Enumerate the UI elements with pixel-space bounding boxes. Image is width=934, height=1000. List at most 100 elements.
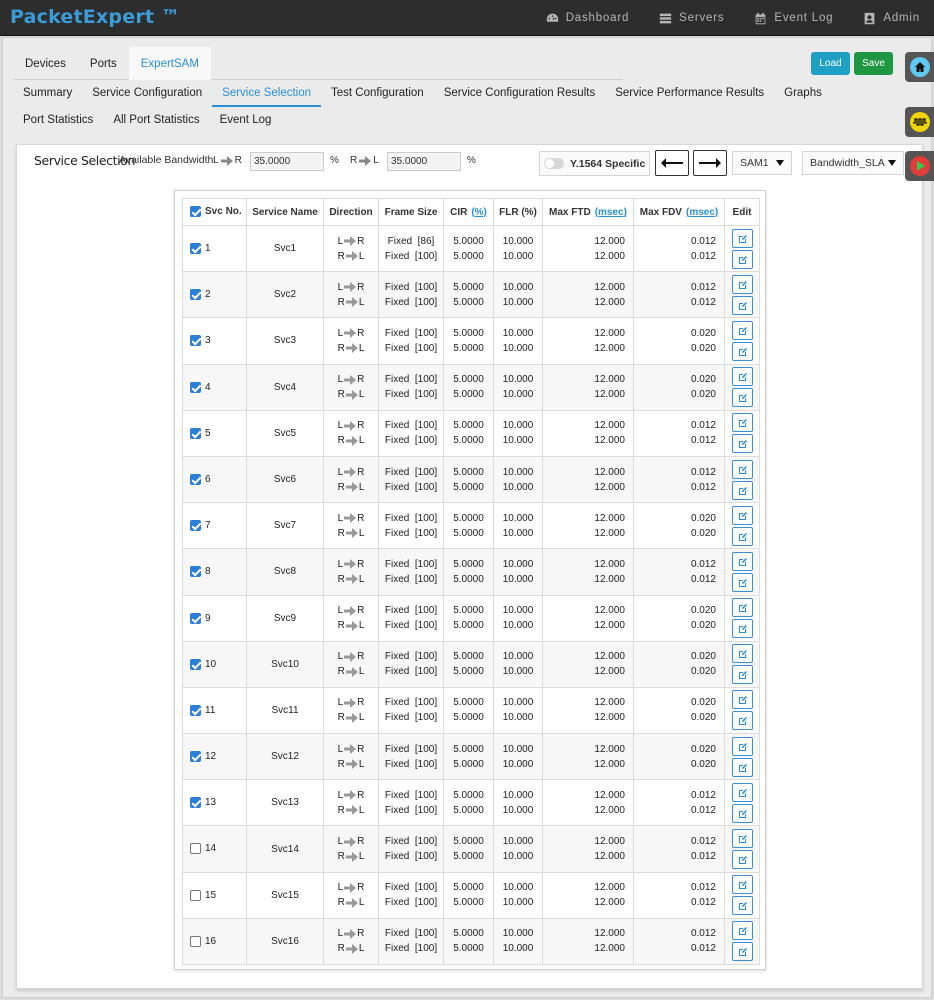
tab-ports[interactable]: Ports [78, 47, 129, 80]
header-svc-no[interactable]: Svc No. [182, 198, 247, 226]
edit-rl-button[interactable] [731, 803, 753, 823]
direction-rl: RL [328, 757, 374, 772]
tab-service-selection[interactable]: Service Selection [212, 80, 322, 107]
waveform-side-button[interactable] [905, 107, 934, 137]
top-nav: Dashboard Servers Event Log Admin [546, 0, 920, 36]
edit-rl-button[interactable] [731, 480, 753, 500]
nav-servers[interactable]: Servers [659, 12, 724, 25]
tab-summary[interactable]: Summary [13, 80, 82, 107]
edit-rl-button[interactable] [731, 619, 753, 639]
save-button[interactable]: Save [854, 52, 893, 75]
edit-rl-button[interactable] [731, 526, 753, 546]
edit-rl-button[interactable] [731, 711, 753, 731]
tab-port-statistics[interactable]: Port Statistics [13, 107, 103, 134]
ftd-unit-link[interactable]: (msec) [595, 207, 627, 218]
lr-bandwidth-input[interactable] [250, 152, 324, 171]
tab-event-log[interactable]: Event Log [210, 107, 282, 134]
row-checkbox[interactable] [190, 612, 201, 624]
row-checkbox[interactable] [190, 658, 201, 670]
edit-lr-button[interactable] [731, 690, 753, 710]
row-checkbox[interactable] [190, 473, 201, 485]
tab-service-performance-results[interactable]: Service Performance Results [605, 80, 774, 107]
row-checkbox[interactable] [190, 335, 201, 347]
edit-lr-button[interactable] [731, 644, 753, 664]
edit-lr-button[interactable] [731, 551, 753, 571]
edit-rl-button[interactable] [731, 850, 753, 870]
next-button[interactable] [693, 150, 727, 176]
edit-lr-button[interactable] [731, 782, 753, 802]
home-side-button[interactable] [905, 52, 934, 82]
brand-logo[interactable]: PacketExpert ™ [10, 6, 180, 28]
tab-test-configuration[interactable]: Test Configuration [321, 80, 434, 107]
dir-from: L [337, 374, 344, 386]
arrow-right-icon [345, 805, 358, 816]
load-button[interactable]: Load [811, 52, 850, 75]
row-checkbox[interactable] [190, 704, 201, 716]
edit-lr-button[interactable] [731, 320, 753, 340]
previous-button[interactable] [655, 150, 689, 176]
nav-servers-label: Servers [679, 12, 725, 24]
arrow-right-icon [345, 666, 358, 677]
row-checkbox[interactable] [190, 381, 201, 393]
edit-rl-button[interactable] [731, 434, 753, 454]
arrow-right-icon [344, 744, 357, 755]
row-checkbox[interactable] [190, 751, 201, 763]
table-row: 16 Svc16 L R R L Fixed [100] Fixed [100] 5.0000 5… [182, 917, 760, 966]
svc-number: 1 [205, 243, 211, 255]
nav-event-log[interactable]: Event Log [754, 12, 833, 25]
tab-devices[interactable]: Devices [13, 47, 78, 80]
nav-dashboard[interactable]: Dashboard [546, 12, 629, 25]
row-checkbox[interactable] [190, 935, 201, 947]
sam-select[interactable]: SAM1 [732, 151, 792, 175]
tab-service-configuration[interactable]: Service Configuration [82, 80, 212, 107]
edit-lr-button[interactable] [731, 875, 753, 895]
edit-rl-button[interactable] [731, 249, 753, 269]
edit-lr-button[interactable] [731, 413, 753, 433]
cir-unit-link[interactable]: (%) [471, 207, 487, 218]
direction-cell: LRRL [323, 409, 379, 457]
toggle-switch[interactable] [544, 158, 564, 169]
edit-rl-button[interactable] [731, 757, 753, 777]
edit-lr-button[interactable] [731, 459, 753, 479]
run-side-button[interactable] [905, 151, 934, 181]
edit-rl-button[interactable] [731, 572, 753, 592]
edit-lr-button[interactable] [731, 921, 753, 941]
row-checkbox[interactable] [190, 566, 201, 578]
direction-cell: LRRL [323, 733, 379, 781]
y1564-toggle[interactable]: Y.1564 Specific [539, 151, 650, 176]
edit-lr-button[interactable] [731, 274, 753, 294]
tab-all-port-statistics[interactable]: All Port Statistics [103, 107, 209, 134]
tab-graphs[interactable]: Graphs [774, 80, 832, 107]
edit-rl-button[interactable] [731, 341, 753, 361]
edit-lr-button[interactable] [731, 598, 753, 618]
edit-icon [738, 742, 747, 751]
edit-rl-button[interactable] [731, 295, 753, 315]
profile-select[interactable]: Bandwidth_SLA [802, 151, 904, 175]
dir-to: L [358, 435, 365, 447]
select-all-checkbox[interactable] [190, 206, 201, 218]
row-checkbox[interactable] [190, 889, 201, 901]
row-checkbox[interactable] [190, 520, 201, 532]
edit-lr-button[interactable] [731, 228, 753, 248]
edit-lr-button[interactable] [731, 505, 753, 525]
nav-admin[interactable]: Admin [863, 12, 920, 25]
fdv-unit-link[interactable]: (msec) [686, 207, 718, 218]
edit-rl-button[interactable] [731, 665, 753, 685]
edit-lr-button[interactable] [731, 736, 753, 756]
row-checkbox[interactable] [190, 243, 201, 255]
max-ftd-cell: 12.000 12.000 [542, 271, 634, 319]
edit-rl-button[interactable] [731, 896, 753, 916]
sam-select-value: SAM1 [740, 157, 769, 169]
max-ftd-lr: 12.000 [594, 420, 625, 432]
rl-bandwidth-input[interactable] [387, 152, 461, 171]
tab-service-configuration-results[interactable]: Service Configuration Results [434, 80, 606, 107]
row-checkbox[interactable] [190, 843, 201, 855]
edit-lr-button[interactable] [731, 829, 753, 849]
edit-rl-button[interactable] [731, 942, 753, 962]
edit-lr-button[interactable] [731, 367, 753, 387]
tab-expertsam[interactable]: ExpertSAM [128, 47, 211, 80]
row-checkbox[interactable] [190, 289, 201, 301]
row-checkbox[interactable] [190, 427, 201, 439]
row-checkbox[interactable] [190, 797, 201, 809]
edit-rl-button[interactable] [731, 388, 753, 408]
